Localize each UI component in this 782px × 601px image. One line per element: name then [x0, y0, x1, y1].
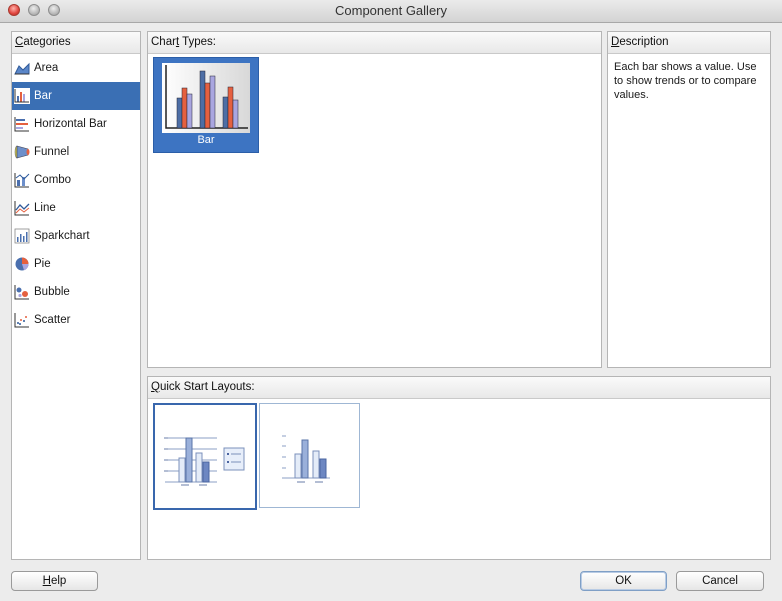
description-panel: Description Each bar shows a value. Use …	[607, 31, 771, 368]
help-button[interactable]: Help	[11, 571, 98, 591]
category-label: Bar	[34, 90, 52, 102]
component-gallery-window: Component Gallery Categories Area Bar Ho…	[0, 0, 782, 601]
category-item-combo[interactable]: Combo	[12, 166, 140, 194]
layout-tile-bar-with-legend[interactable]	[153, 403, 257, 510]
quick-start-header-label: uick Start Layouts:	[159, 381, 255, 393]
pie-chart-icon	[15, 257, 29, 271]
category-item-area[interactable]: Area	[12, 54, 140, 82]
category-item-funnel[interactable]: Funnel	[12, 138, 140, 166]
categories-panel: Categories Area Bar Horizontal Bar Funne…	[11, 31, 141, 560]
category-label: Pie	[34, 258, 51, 270]
area-chart-icon	[14, 62, 30, 75]
horizontal-bar-chart-icon	[14, 117, 29, 132]
category-item-pie[interactable]: Pie	[12, 250, 140, 278]
categories-list: Area Bar Horizontal Bar Funnel Combo Lin…	[12, 54, 140, 334]
category-label: Funnel	[34, 146, 70, 158]
chart-types-header: Chart Types:	[148, 32, 601, 54]
category-label: Combo	[34, 174, 72, 186]
quick-start-layouts-panel: Quick Start Layouts:	[147, 376, 771, 560]
category-item-line[interactable]: Line	[12, 194, 140, 222]
funnel-chart-icon	[14, 145, 30, 159]
chart-types-header-post: Types:	[179, 36, 217, 48]
category-label: Area	[34, 62, 59, 74]
category-item-sparkchart[interactable]: Sparkchart	[12, 222, 140, 250]
help-button-mnemonic: H	[42, 575, 51, 587]
layout-tile-bar-only[interactable]	[259, 403, 360, 508]
window-title: Component Gallery	[335, 3, 447, 18]
cancel-button[interactable]: Cancel	[676, 571, 764, 591]
bar-only-layout-icon	[282, 435, 330, 483]
chart-type-label: Bar	[197, 134, 215, 146]
category-label: Bubble	[34, 286, 70, 298]
chart-types-header-pre: Char	[151, 36, 176, 48]
quick-start-header: Quick Start Layouts:	[148, 377, 770, 399]
bubble-chart-icon	[14, 285, 29, 300]
line-chart-icon	[14, 201, 30, 216]
quick-start-header-mnemonic: Q	[151, 381, 160, 393]
chart-types-panel: Chart Types: Bar	[147, 31, 602, 368]
description-text: Each bar shows a value. Use to show tren…	[614, 61, 757, 101]
category-item-scatter[interactable]: Scatter	[12, 306, 140, 334]
description-header: Description	[608, 32, 770, 54]
help-button-label: elp	[50, 575, 67, 587]
categories-header: Categories	[12, 32, 140, 54]
category-label: Scatter	[34, 314, 71, 326]
category-item-bubble[interactable]: Bubble	[12, 278, 140, 306]
category-label: Line	[34, 202, 56, 214]
chart-type-tile-bar[interactable]: Bar	[153, 57, 259, 153]
combo-chart-icon	[14, 173, 30, 188]
category-item-bar[interactable]: Bar	[12, 82, 140, 110]
description-header-label: escription	[619, 36, 669, 48]
scatter-chart-icon	[14, 313, 29, 328]
bar-chart-icon	[14, 88, 30, 104]
bar-with-legend-layout-icon	[164, 437, 245, 486]
ok-button[interactable]: OK	[580, 571, 667, 591]
bar-chart-preview-icon	[165, 65, 248, 129]
bar-chart-preview	[162, 63, 250, 133]
title-bar[interactable]: Component Gallery	[0, 0, 782, 23]
category-item-horizontal-bar[interactable]: Horizontal Bar	[12, 110, 140, 138]
categories-header-label: ategories	[23, 36, 71, 48]
category-label: Horizontal Bar	[34, 118, 107, 130]
category-label: Sparkchart	[34, 230, 90, 242]
sparkchart-icon	[14, 228, 30, 244]
